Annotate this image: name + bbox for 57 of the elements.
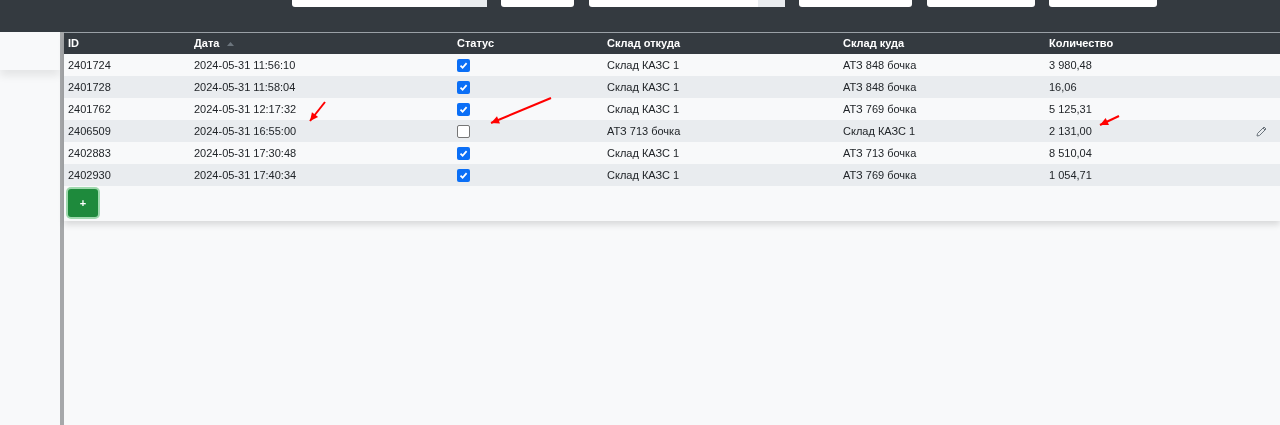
- table-cell: 3 980,48: [1049, 58, 1092, 71]
- table-cell: 2024-05-31 17:40:34: [194, 168, 297, 181]
- table-cell: 5 125,31: [1049, 102, 1092, 115]
- table-cell: АТЗ 713 бочка: [843, 146, 917, 159]
- sort-icon[interactable]: [227, 41, 235, 46]
- column-header[interactable]: Склад откуда: [607, 35, 680, 52]
- table-cell: 2024-05-31 11:58:04: [194, 80, 296, 93]
- status-checkbox[interactable]: [457, 146, 470, 160]
- column-header[interactable]: Количество: [1049, 35, 1114, 52]
- table-cell: АТЗ 769 бочка: [843, 102, 917, 115]
- table-cell: Склад КАЗС 1: [607, 102, 680, 115]
- column-header[interactable]: ID: [68, 35, 79, 52]
- table-row[interactable]: 2402883 2024-05-31 17:30:48 Склад КАЗС 1 АТЗ 713 бочка 8 510,04: [64, 142, 1280, 164]
- edit-icon[interactable]: [1256, 125, 1267, 137]
- table-cell: 2401762: [68, 102, 111, 115]
- input-field[interactable]: [501, 0, 574, 7]
- table-cell: Склад КАЗС 1: [607, 80, 680, 93]
- table-cell: 2401728: [68, 80, 111, 93]
- column-header[interactable]: Статус: [457, 35, 495, 52]
- table-cell: АТЗ 848 бочка: [843, 58, 917, 71]
- status-checkbox[interactable]: [457, 124, 470, 138]
- table-cell: 2 131,00: [1049, 124, 1092, 137]
- table-cell: АТЗ 848 бочка: [843, 80, 917, 93]
- add-button[interactable]: +: [68, 189, 98, 217]
- table-cell: 2402930: [68, 168, 111, 181]
- table-cell: Склад КАЗС 1: [607, 168, 680, 181]
- table-cell: Склад КАЗС 1: [843, 124, 916, 137]
- table-cell: 2406509: [68, 124, 111, 137]
- column-header[interactable]: Склад куда: [843, 35, 905, 52]
- table-cell: Склад КАЗС 1: [607, 146, 680, 159]
- table-cell: 2024-05-31 12:17:32: [194, 102, 297, 115]
- table-cell: 1 054,71: [1049, 168, 1092, 181]
- table-cell: 8 510,04: [1049, 146, 1092, 159]
- annotation-arrow: [309, 101, 326, 122]
- annotation-arrow: [1099, 115, 1120, 126]
- table-cell: 2024-05-31 16:55:00: [194, 124, 297, 137]
- status-checkbox[interactable]: [457, 58, 470, 72]
- select-field[interactable]: [292, 0, 487, 7]
- status-checkbox[interactable]: [457, 102, 470, 116]
- table-cell: 2024-05-31 11:56:10: [194, 58, 296, 71]
- table-cell: 2402883: [68, 146, 111, 159]
- annotation-arrow: [490, 97, 552, 124]
- table-cell: 2401724: [68, 58, 111, 71]
- status-checkbox[interactable]: [457, 80, 470, 94]
- table-row[interactable]: 2401724 2024-05-31 11:56:10 Склад КАЗС 1 АТЗ 848 бочка 3 980,48: [64, 54, 1280, 76]
- column-header[interactable]: Дата: [194, 35, 220, 52]
- table-cell: 2024-05-31 17:30:48: [194, 146, 297, 159]
- table-row[interactable]: 2401762 2024-05-31 12:17:32 Склад КАЗС 1 АТЗ 769 бочка 5 125,31: [64, 98, 1280, 120]
- table-cell: 16,06: [1049, 80, 1077, 93]
- table-row[interactable]: 2406509 2024-05-31 16:55:00 АТЗ 713 бочка Склад КАЗС 1 2 131,00: [64, 120, 1280, 142]
- table-cell: Склад КАЗС 1: [607, 58, 680, 71]
- table-cell: АТЗ 769 бочка: [843, 168, 917, 181]
- table-cell: АТЗ 713 бочка: [607, 124, 681, 137]
- status-checkbox[interactable]: [457, 168, 470, 182]
- table-row[interactable]: 2401728 2024-05-31 11:58:04 Склад КАЗС 1 АТЗ 848 бочка 16,06: [64, 76, 1280, 98]
- table-row[interactable]: 2402930 2024-05-31 17:40:34 Склад КАЗС 1 АТЗ 769 бочка 1 054,71: [64, 164, 1280, 186]
- select-field[interactable]: [589, 0, 785, 7]
